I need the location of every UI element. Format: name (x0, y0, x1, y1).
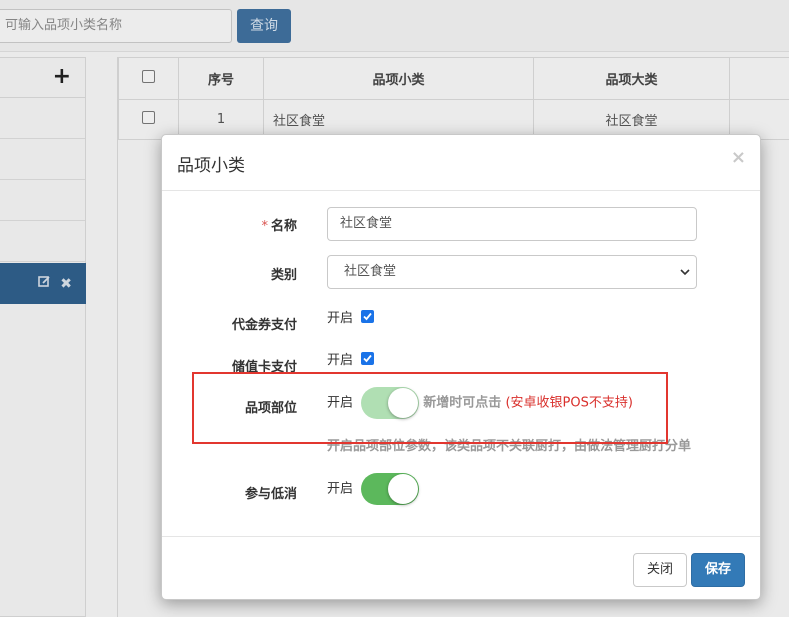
annotation-highlight-box (192, 372, 668, 444)
required-mark: * (261, 219, 268, 234)
voucher-pay-label: 代金券支付 (231, 318, 297, 333)
toggle-knob (388, 474, 419, 504)
voucher-pay-option: 开启 (327, 311, 354, 326)
category-label: 类别 (270, 268, 297, 283)
category-selected-value: 社区食堂 (344, 264, 397, 279)
dialog-footer: 关闭 保存 (162, 536, 760, 600)
category-select[interactable]: 社区食堂 (327, 255, 697, 289)
chevron-down-icon (680, 269, 690, 276)
save-button[interactable]: 保存 (691, 553, 745, 587)
voucher-pay-checkbox[interactable] (361, 310, 375, 323)
dialog-header: 品项小类 × (162, 135, 760, 191)
card-pay-checkbox[interactable] (361, 352, 375, 365)
card-pay-option: 开启 (327, 353, 354, 368)
close-button[interactable]: 关闭 (633, 553, 687, 587)
name-input[interactable]: 社区食堂 (327, 207, 697, 241)
close-icon[interactable]: × (731, 147, 746, 168)
low-consumption-option: 开启 (327, 481, 354, 497)
low-consumption-toggle[interactable] (361, 473, 420, 505)
dialog-title: 品项小类 (177, 156, 245, 176)
name-label: * 名称 (261, 219, 297, 234)
subcategory-dialog: 品项小类 × * 名称 社区食堂 类别 社区食堂 代金券支付 开启 储值卡支付 开… (161, 134, 761, 600)
low-consumption-label: 参与低消 (244, 487, 297, 502)
